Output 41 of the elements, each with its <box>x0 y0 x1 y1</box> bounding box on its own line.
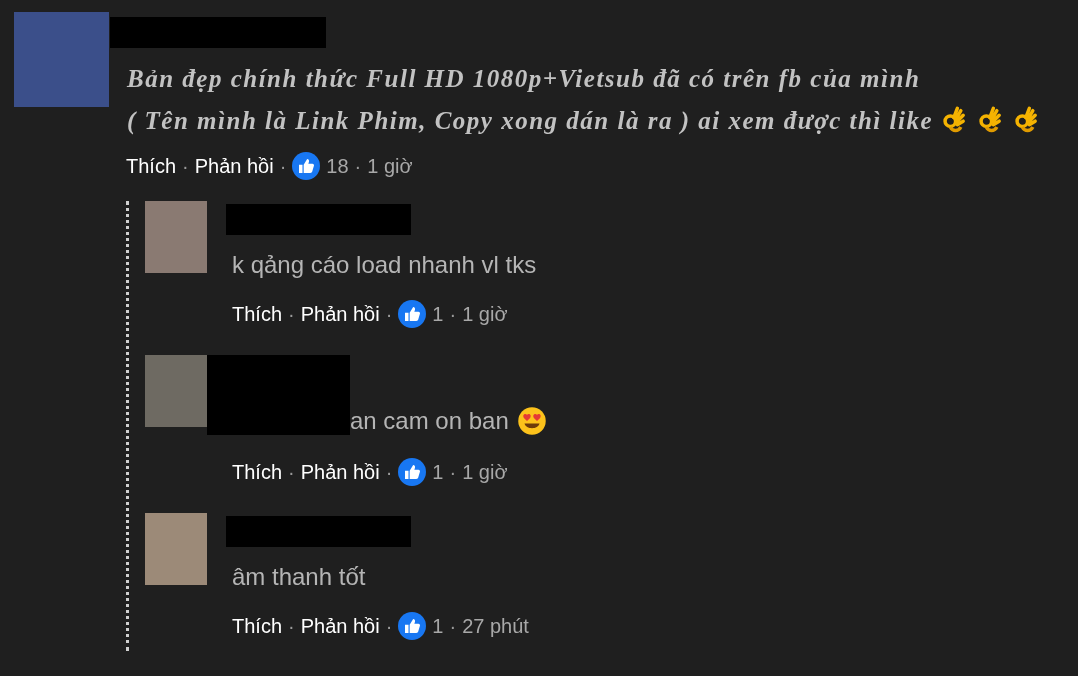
avatar-photo-placeholder <box>145 201 207 273</box>
separator: · <box>354 154 362 179</box>
separator: · <box>385 614 393 639</box>
reaction-count: 1 <box>432 614 444 639</box>
separator: · <box>288 614 295 639</box>
timestamp: 27 phút <box>462 614 529 639</box>
timestamp: 1 giờ <box>462 460 508 485</box>
like-reaction-icon <box>398 300 427 328</box>
avatar-photo-placeholder <box>145 355 207 427</box>
separator: · <box>385 302 393 327</box>
avatar-photo-placeholder <box>145 513 207 585</box>
reaction-count: 18 <box>326 154 349 179</box>
separator: · <box>449 614 457 639</box>
separator: · <box>279 154 287 179</box>
reaction-count: 1 <box>432 302 444 327</box>
comment-text: ( Tên mình là Link Phim, Copy xong dán là ra ) ai xem được thì like <box>127 105 934 137</box>
comment-text: Bản đẹp chính thức Full HD 1080p+Vietsub đã có trên fb của mình <box>127 64 921 94</box>
timestamp: 1 giờ <box>367 154 413 179</box>
reply-text: âm thanh tốt <box>232 562 366 592</box>
reply-text: k qảng cáo load nhanh vl tks <box>232 250 537 280</box>
action-link[interactable]: Thích <box>126 151 177 181</box>
heart-eyes-emoji-icon <box>516 406 547 436</box>
reply-text: an cam on ban <box>350 406 509 436</box>
like-reaction-icon <box>398 612 427 640</box>
separator: · <box>182 154 189 179</box>
action-link[interactable]: Phản hồi <box>194 151 274 181</box>
action-link[interactable]: Phản hồi <box>300 611 380 641</box>
separator: · <box>449 460 457 485</box>
action-link[interactable]: Thích <box>232 457 283 487</box>
like-reaction-icon <box>292 152 321 180</box>
reaction-count: 1 <box>432 460 444 485</box>
action-link[interactable]: Phản hồi <box>300 457 380 487</box>
separator: · <box>288 302 295 327</box>
action-link[interactable]: Phản hồi <box>300 299 380 329</box>
action-link[interactable]: Thích <box>232 611 283 641</box>
separator: · <box>288 460 295 485</box>
timestamp: 1 giờ <box>462 302 508 327</box>
like-reaction-icon <box>398 458 427 486</box>
separator: · <box>449 302 457 327</box>
separator: · <box>385 460 393 485</box>
action-link[interactable]: Thích <box>232 299 283 329</box>
